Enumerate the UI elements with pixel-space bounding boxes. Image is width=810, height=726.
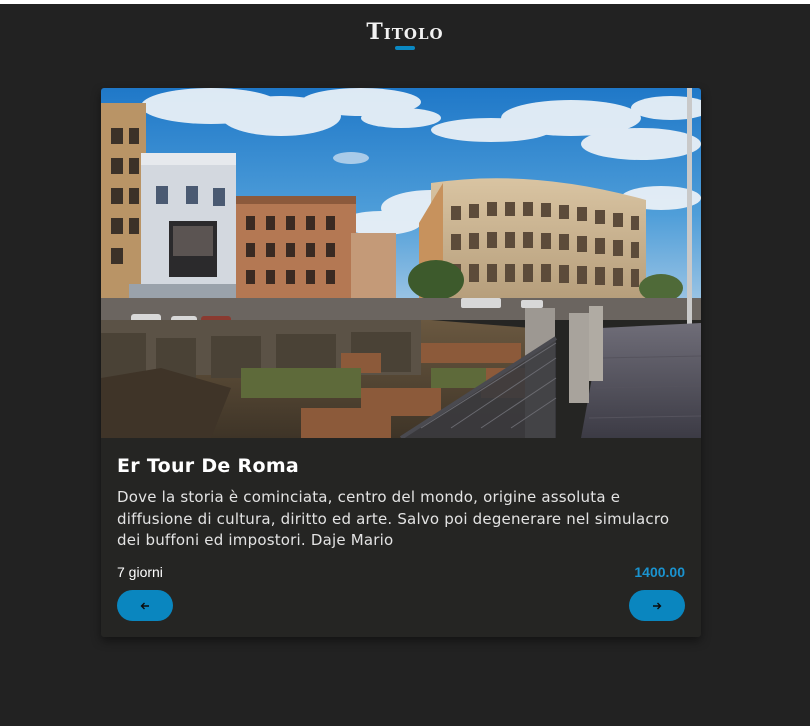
card-body: Er Tour De Roma Dove la storia è cominci… xyxy=(117,438,685,552)
top-border-strip xyxy=(0,0,810,4)
colosseum-photo xyxy=(101,88,701,438)
tour-title: Er Tour De Roma xyxy=(117,455,300,477)
tour-price: 1400.00 xyxy=(634,564,685,580)
previous-button[interactable] xyxy=(117,590,173,621)
tour-duration: 7 giorni xyxy=(117,564,163,580)
tour-description: Dove la storia è cominciata, centro del … xyxy=(117,488,670,549)
page-title: Titolo xyxy=(366,19,444,45)
page-header: Titolo xyxy=(0,20,810,50)
arrow-right-icon xyxy=(653,602,662,609)
tour-card: Er Tour De Roma Dove la storia è cominci… xyxy=(101,88,701,637)
tour-meta: 7 giorni 1400.00 xyxy=(117,562,685,582)
title-underline xyxy=(395,46,415,50)
next-button[interactable] xyxy=(629,590,685,621)
arrow-left-icon xyxy=(140,602,149,609)
